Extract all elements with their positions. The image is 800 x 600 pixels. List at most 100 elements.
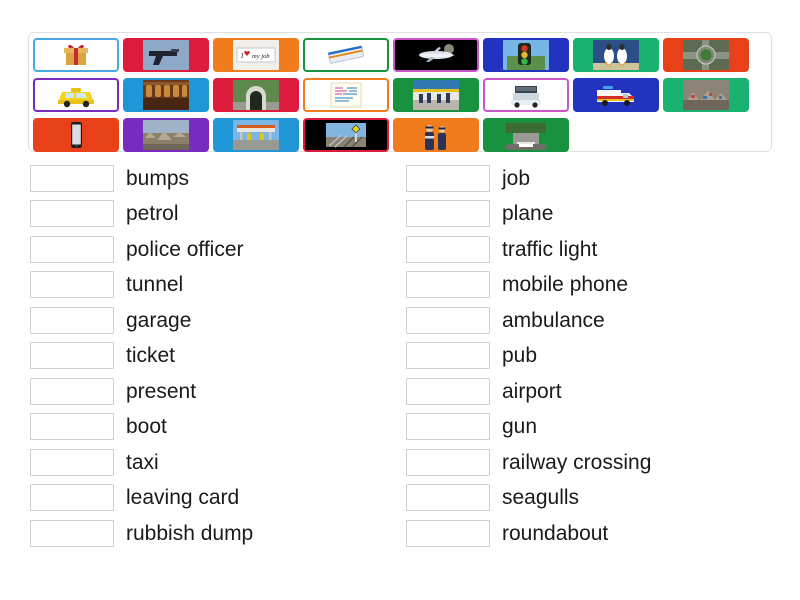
answer-dropzone[interactable] [406, 235, 490, 263]
answer-column-right: job plane traffic light mobile phone ambulan… [406, 164, 776, 555]
answer-row: tunnel [30, 271, 400, 299]
answer-dropzone[interactable] [30, 235, 114, 263]
answer-label: railway crossing [502, 450, 652, 474]
pub-interior-image [143, 80, 189, 110]
answer-dropzone[interactable] [406, 200, 490, 227]
answer-label: rubbish dump [126, 521, 254, 545]
answer-dropzone[interactable] [30, 271, 114, 298]
tile-plane[interactable] [393, 38, 479, 72]
answer-label: taxi [126, 450, 159, 474]
tile-row [33, 78, 767, 114]
answer-label: leaving card [126, 486, 240, 509]
answer-dropzone[interactable] [30, 448, 114, 476]
answer-dropzone[interactable] [406, 413, 490, 440]
answer-dropzone[interactable] [406, 484, 490, 511]
tile-ambulance[interactable] [573, 78, 659, 112]
answer-row: boot [30, 413, 400, 441]
tile-leaving-card[interactable] [303, 78, 389, 112]
answer-label: garage [126, 308, 192, 332]
answer-dropzone[interactable] [406, 306, 490, 334]
handgun-image [143, 40, 189, 70]
answer-dropzone[interactable] [30, 519, 114, 547]
tile-mobile-phone[interactable] [33, 118, 119, 152]
answer-row: taxi [30, 448, 400, 476]
tile-boot[interactable] [483, 78, 569, 112]
tile-roundabout[interactable] [663, 38, 749, 72]
answer-row: railway crossing [406, 448, 776, 476]
answer-row: airport [406, 377, 776, 405]
answer-column-left: bumps petrol police officer tunnel garage tic… [30, 164, 400, 555]
answer-dropzone[interactable] [30, 484, 114, 511]
answer-dropzone[interactable] [406, 377, 490, 405]
answer-label: seagulls [502, 486, 580, 509]
tile-gun[interactable] [123, 38, 209, 72]
tile-seagulls[interactable] [573, 38, 659, 72]
tile-railway-crossing[interactable] [303, 118, 389, 152]
answer-label: ambulance [502, 308, 605, 332]
airport-terminal-image [413, 80, 459, 110]
ambulance-image [593, 80, 639, 110]
answer-label: ticket [126, 344, 176, 367]
answer-dropzone[interactable] [406, 519, 490, 547]
rubbish-dump-image [683, 80, 729, 110]
railway-crossing-image [323, 120, 369, 150]
answer-row: pub [406, 342, 776, 370]
answer-row: ticket [30, 342, 400, 370]
answer-row: police officer [30, 235, 400, 263]
answer-dropzone[interactable] [30, 164, 114, 192]
answer-row: mobile phone [406, 271, 776, 299]
answer-dropzone[interactable] [406, 164, 490, 192]
i-love-my-job-sign-image: Imy job [233, 40, 279, 70]
yellow-taxi-image [53, 80, 99, 110]
answer-dropzone[interactable] [30, 200, 114, 227]
police-officers-image [413, 120, 459, 150]
answer-dropzone[interactable] [30, 377, 114, 405]
tile-tunnel[interactable] [213, 78, 299, 112]
answer-row: plane [406, 200, 776, 228]
tile-petrol[interactable] [213, 118, 299, 152]
seagulls-image [593, 40, 639, 70]
answer-row: leaving card [30, 484, 400, 512]
answer-label: present [126, 379, 197, 403]
tile-row: Imy job [33, 38, 767, 74]
answer-label: gun [502, 415, 538, 438]
tile-job[interactable]: Imy job [213, 38, 299, 72]
leaving-card-image [323, 80, 369, 110]
garage-road-image [503, 120, 549, 150]
tile-traffic-light[interactable] [483, 38, 569, 72]
answer-row: gun [406, 413, 776, 441]
answer-row: ambulance [406, 306, 776, 334]
tile-bumps[interactable] [123, 118, 209, 152]
tile-airport[interactable] [393, 78, 479, 112]
tunnel-entrance-image [233, 80, 279, 110]
answer-label: plane [502, 202, 554, 225]
answer-dropzone[interactable] [30, 413, 114, 440]
answer-row: petrol [30, 200, 400, 228]
tile-rubbish-dump[interactable] [663, 78, 749, 112]
tile-garage[interactable] [483, 118, 569, 152]
tile-pub[interactable] [123, 78, 209, 112]
answer-label: pub [502, 344, 538, 367]
answer-row: rubbish dump [30, 519, 400, 547]
bumpy-rocky-road-image [143, 120, 189, 150]
answer-row: present [30, 377, 400, 405]
answer-row: seagulls [406, 484, 776, 512]
answer-label: roundabout [502, 521, 609, 545]
answer-dropzone[interactable] [30, 306, 114, 334]
answer-label: petrol [126, 202, 179, 225]
answer-row: roundabout [406, 519, 776, 547]
answer-dropzone[interactable] [406, 271, 490, 298]
smartphone-image [53, 120, 99, 150]
tile-row [33, 118, 767, 154]
tile-present[interactable] [33, 38, 119, 72]
answer-dropzone[interactable] [406, 448, 490, 476]
answer-label: job [502, 166, 531, 190]
answer-dropzone[interactable] [30, 342, 114, 369]
answer-label: traffic light [502, 237, 598, 261]
answer-dropzone[interactable] [406, 342, 490, 369]
tile-taxi[interactable] [33, 78, 119, 112]
answer-label: mobile phone [502, 273, 629, 296]
tile-ticket[interactable] [303, 38, 389, 72]
tile-police-officer[interactable] [393, 118, 479, 152]
answer-row: bumps [30, 164, 400, 192]
